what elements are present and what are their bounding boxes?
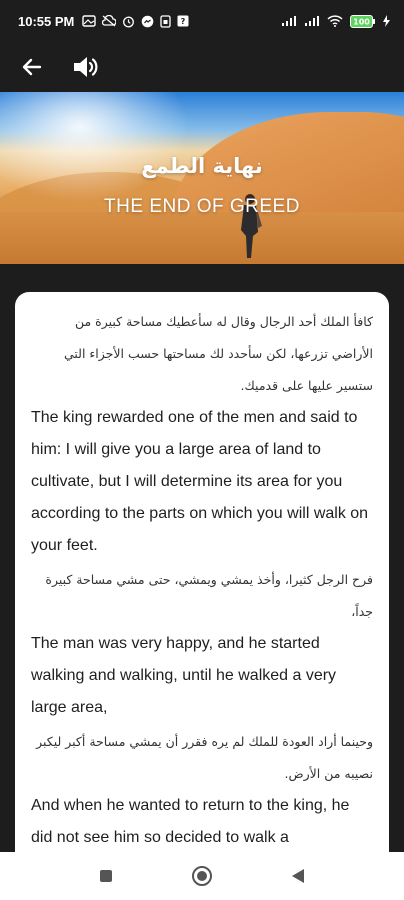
- battery-icon: 100: [350, 14, 376, 28]
- back-triangle-icon: [292, 869, 304, 883]
- signal-icon: [304, 15, 320, 27]
- story-text-english: And when he wanted to return to the king…: [31, 797, 350, 846]
- story-paragraph: فرح الرجل كثيرا، وأخذ يمشي ويمشي، حتى مش…: [31, 564, 373, 724]
- photo-icon: [82, 15, 97, 27]
- status-time: 10:55 PM: [18, 13, 75, 29]
- alarm-icon: [122, 15, 135, 28]
- svg-text:?: ?: [181, 17, 186, 26]
- back-button[interactable]: [18, 53, 46, 81]
- system-back-button[interactable]: [286, 864, 310, 888]
- story-paragraph: وحينما أراد العودة للملك لم يره فقرر أن …: [31, 726, 373, 852]
- story-text-arabic: فرح الرجل كثيرا، وأخذ يمشي ويمشي، حتى مش…: [45, 572, 373, 619]
- story-content-card[interactable]: كافأ الملك أحد الرجال وقال له سأعطيك مسا…: [15, 292, 389, 852]
- story-title-english: THE END OF GREED: [104, 196, 300, 217]
- wifi-icon: [327, 15, 343, 27]
- banner-dune: [0, 212, 404, 264]
- cloud-off-icon: [102, 15, 117, 27]
- recents-button[interactable]: [94, 864, 118, 888]
- status-notification-icons: ?: [82, 14, 189, 28]
- speaker-icon: [74, 57, 98, 77]
- story-text-arabic: وحينما أراد العودة للملك لم يره فقرر أن …: [36, 734, 373, 781]
- app-bar: [0, 42, 404, 92]
- status-system-icons: 100: [281, 14, 390, 28]
- messenger-icon: [141, 15, 154, 28]
- home-button[interactable]: [190, 864, 214, 888]
- home-circle-icon: [192, 866, 212, 886]
- charging-icon: [383, 15, 390, 27]
- sim-icon: [160, 14, 172, 28]
- speaker-button[interactable]: [70, 50, 104, 84]
- recents-square-icon: [100, 870, 112, 882]
- story-banner: نهاية الطمع THE END OF GREED: [0, 92, 404, 264]
- story-text-english: The man was very happy, and he started w…: [31, 635, 337, 716]
- story-title-arabic: نهاية الطمع: [141, 154, 263, 178]
- story-paragraph: كافأ الملك أحد الرجال وقال له سأعطيك مسا…: [31, 306, 373, 562]
- story-text-english: The king rewarded one of the men and sai…: [31, 409, 369, 554]
- arrow-left-icon: [22, 58, 42, 76]
- status-bar: 10:55 PM ? 100: [0, 0, 404, 42]
- mail-icon: ?: [177, 15, 189, 27]
- story-text-arabic: كافأ الملك أحد الرجال وقال له سأعطيك مسا…: [63, 314, 373, 393]
- battery-label: 100: [353, 17, 370, 26]
- system-navigation-bar: [0, 852, 404, 900]
- signal-icon: [281, 15, 297, 27]
